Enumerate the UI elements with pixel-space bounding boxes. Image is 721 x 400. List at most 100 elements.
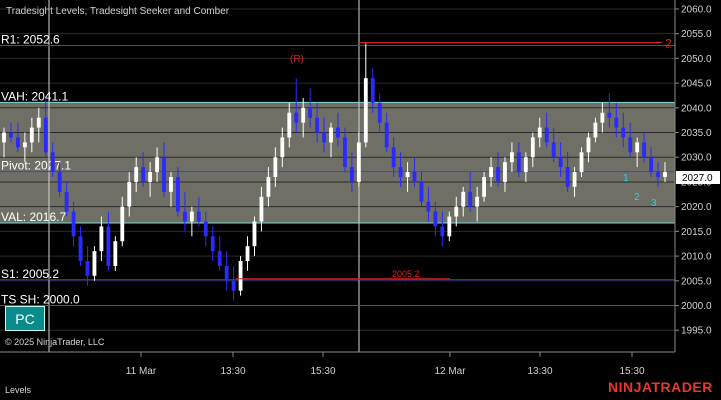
last-price-label: 2027.0 — [682, 173, 713, 184]
price-tick-label: 2055.0 — [681, 29, 712, 40]
candle-body — [363, 78, 368, 143]
candle-body — [356, 142, 361, 182]
candle-body — [169, 177, 173, 192]
candle-body — [635, 142, 640, 153]
candle-body — [43, 117, 48, 153]
price-tick-label: 2035.0 — [681, 128, 712, 139]
candle-body — [496, 167, 500, 182]
candle-body — [649, 157, 653, 173]
pc-button[interactable]: PC — [5, 306, 45, 331]
candle-body — [231, 280, 236, 291]
candle-body — [607, 112, 612, 118]
level-label-pivot: Pivot: 2027.1 — [1, 159, 71, 173]
candle-body — [252, 221, 257, 247]
candle-body — [523, 157, 528, 173]
price-tick-label: 2045.0 — [681, 79, 712, 90]
candle-body — [113, 241, 118, 266]
candle-body — [537, 127, 542, 138]
candle-body — [203, 221, 208, 237]
candle-body — [579, 152, 584, 173]
candle-body — [308, 107, 313, 118]
price-tick-label: 2030.0 — [681, 153, 712, 164]
candle-body — [329, 127, 333, 143]
candle-body — [9, 132, 13, 138]
candle-body — [461, 191, 466, 207]
count-label: 1 — [623, 173, 629, 184]
candle-body — [349, 167, 354, 182]
candle-body — [141, 167, 146, 182]
candle-body — [155, 157, 159, 173]
red-count-label: 2 — [665, 37, 672, 51]
candle-body — [16, 137, 20, 148]
candle-body — [78, 236, 83, 262]
level-label-s1: S1: 2005.2 — [1, 267, 59, 281]
price-tick-label: 2010.0 — [681, 252, 712, 263]
candle-body — [530, 137, 535, 158]
panel-label: Levels — [5, 385, 32, 395]
count-label: 2 — [634, 192, 640, 203]
candle — [92, 246, 97, 281]
candle-body — [2, 132, 6, 143]
time-tick-label: 15:30 — [310, 366, 335, 377]
price-tick-label: 2000.0 — [681, 301, 712, 312]
time-tick-label: 13:30 — [527, 366, 552, 377]
candle — [238, 256, 243, 296]
candle-body — [287, 112, 292, 138]
candle-body — [294, 112, 299, 123]
candle-body — [551, 142, 556, 158]
candle-body — [22, 142, 27, 148]
candle-body — [245, 246, 250, 262]
candle-body — [468, 191, 473, 207]
level-label-r1: R1: 2052.6 — [1, 33, 60, 47]
candle-body — [315, 117, 320, 133]
candle-body — [196, 211, 201, 222]
candle-body — [447, 216, 452, 237]
level-label-ts: TS SH: 2000.0 — [1, 293, 80, 307]
price-tick-label: 2005.0 — [681, 276, 712, 287]
time-tick-label: 15:30 — [619, 366, 644, 377]
candle-body — [454, 206, 459, 217]
candle-body — [510, 152, 514, 163]
candle-body — [516, 152, 521, 173]
candle-body — [280, 137, 285, 158]
candle-body — [224, 265, 229, 281]
price-tick-label: 2040.0 — [681, 103, 712, 114]
candle-body — [99, 226, 104, 252]
price-tick-label: 2060.0 — [681, 4, 712, 15]
level-label-vah: VAH: 2041.1 — [1, 89, 68, 103]
candle-body — [134, 167, 139, 182]
candle-body — [482, 177, 487, 197]
candle-body — [384, 122, 389, 148]
candle-body — [36, 117, 41, 128]
candle-body — [266, 177, 271, 197]
candle-body — [398, 167, 403, 177]
candle-body — [57, 172, 62, 192]
copyright-text: © 2025 NinjaTrader, LLC — [5, 337, 105, 347]
price-tick-label: 1995.0 — [681, 326, 712, 337]
candle-body — [663, 172, 667, 177]
chart-canvas: R1: 2052.6 VAH: 2041.1 Pivot: 2027.1 VAL: 2… — [0, 0, 721, 400]
candle-body — [642, 142, 647, 158]
chart-title: Tradesight Levels, Tradesight Seeker and… — [6, 6, 230, 17]
candle-body — [162, 157, 166, 192]
candle-body — [64, 191, 69, 212]
candle-body — [391, 147, 396, 168]
price-tick-label: 2015.0 — [681, 227, 712, 238]
r-marker: (R) — [290, 54, 304, 65]
candle-body — [419, 181, 424, 202]
candle-body — [586, 137, 591, 153]
candle-body — [628, 137, 633, 153]
candle-body — [614, 117, 619, 128]
price-tick-label: 2050.0 — [681, 54, 712, 65]
price-tick-label: 2020.0 — [681, 202, 712, 213]
time-tick-label: 12 Mar — [434, 366, 466, 377]
candle-body — [106, 226, 111, 266]
candle-body — [475, 196, 480, 207]
candle-body — [377, 102, 382, 123]
time-tick-label: 13:30 — [220, 366, 245, 377]
candle-body — [433, 211, 438, 227]
candle-body — [71, 211, 76, 237]
candle-body — [217, 251, 222, 266]
red-level-label: 2005.2 — [392, 269, 420, 279]
candle-body — [440, 226, 445, 237]
